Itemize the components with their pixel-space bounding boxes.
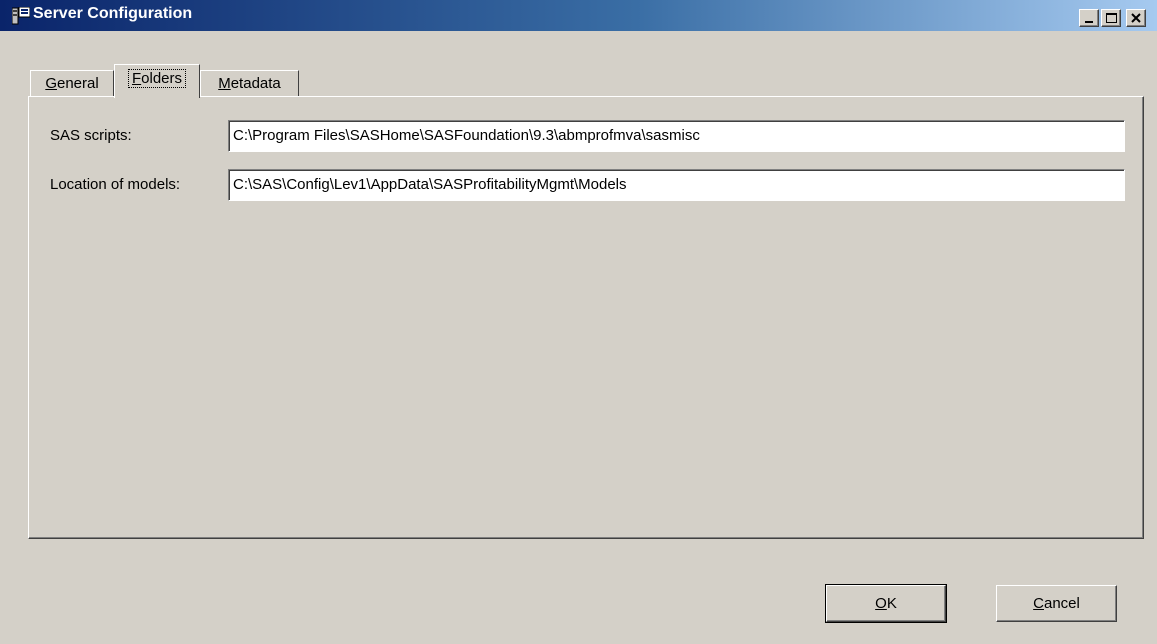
close-button[interactable] [1126, 9, 1146, 27]
tab-metadata-label: Metadata [218, 75, 281, 92]
models-location-input[interactable]: C:\SAS\Config\Lev1\AppData\SASProfitabil… [228, 169, 1125, 201]
window-title: Server Configuration [33, 5, 193, 22]
cancel-button-label: Cancel [1033, 595, 1080, 612]
ok-button-label: OK [875, 595, 897, 612]
tab-general-label: General [45, 75, 99, 92]
models-location-label: Location of models: [50, 176, 181, 193]
tab-general[interactable]: General [30, 70, 114, 97]
minimize-icon [1085, 21, 1093, 23]
maximize-icon [1106, 13, 1117, 23]
tab-folders[interactable]: Folders [114, 64, 200, 98]
cancel-button[interactable]: Cancel [996, 585, 1117, 622]
close-icon [1131, 13, 1141, 23]
ok-button[interactable]: OK [825, 584, 947, 623]
server-config-icon [11, 6, 31, 25]
tab-folders-label: Folders [127, 69, 187, 88]
sas-scripts-label: SAS scripts: [50, 127, 132, 144]
folders-panel: SAS scripts: C:\Program Files\SASHome\SA… [28, 96, 1144, 539]
tab-metadata[interactable]: Metadata [200, 70, 299, 97]
title-bar[interactable]: Server Configuration [0, 0, 1157, 31]
maximize-button[interactable] [1101, 9, 1121, 27]
sas-scripts-input[interactable]: C:\Program Files\SASHome\SASFoundation\9… [228, 120, 1125, 152]
minimize-button[interactable] [1079, 9, 1099, 27]
